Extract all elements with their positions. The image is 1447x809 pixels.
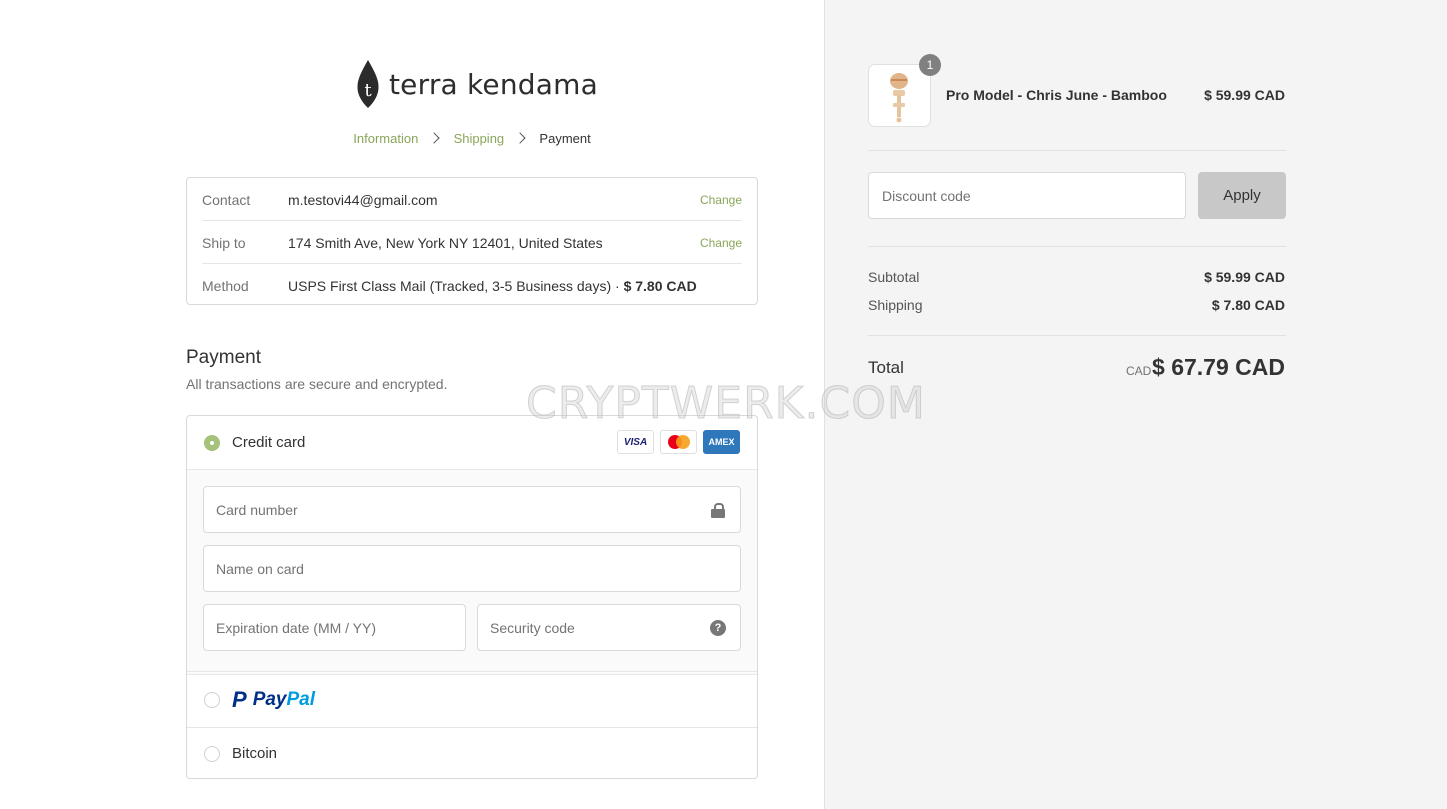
subtotal-value: $ 59.99 CAD	[1204, 269, 1285, 285]
credit-card-fields: ?	[187, 469, 757, 675]
review-block: Contact m.testovi44@gmail.com Change Shi…	[186, 177, 758, 305]
credit-card-label: Credit card	[232, 434, 306, 451]
lock-icon	[711, 503, 725, 518]
contact-label: Contact	[202, 191, 251, 208]
divider	[187, 671, 757, 672]
ship-to-value: 174 Smith Ave, New York NY 12401, United…	[288, 234, 603, 251]
breadcrumb: Information Shipping Payment	[0, 131, 944, 146]
change-contact-link[interactable]: Change	[700, 193, 742, 207]
contact-value: m.testovi44@gmail.com	[288, 191, 438, 208]
chevron-right-icon	[514, 132, 526, 144]
review-method-row: Method USPS First Class Mail (Tracked, 3…	[202, 263, 742, 307]
paypal-radio[interactable]	[204, 692, 220, 708]
review-contact-row: Contact m.testovi44@gmail.com Change	[202, 178, 742, 221]
bitcoin-radio[interactable]	[204, 745, 220, 762]
name-on-card-field[interactable]	[203, 545, 741, 592]
subtotal-label: Subtotal	[868, 269, 920, 285]
expiration-field[interactable]	[203, 604, 466, 651]
method-label: Method	[202, 277, 249, 294]
payment-subtitle: All transactions are secure and encrypte…	[186, 376, 448, 392]
amex-icon: AMEX	[703, 430, 740, 454]
expiration-input[interactable]	[216, 619, 453, 636]
visa-icon: VISA	[617, 430, 654, 454]
shipping-label: Shipping	[868, 297, 923, 313]
card-number-field[interactable]	[203, 486, 741, 533]
method-description: USPS First Class Mail (Tracked, 3-5 Busi…	[288, 277, 624, 294]
breadcrumb-shipping[interactable]: Shipping	[454, 131, 505, 146]
mastercard-icon	[660, 430, 697, 454]
total-value: $ 67.79 CAD	[1152, 354, 1285, 380]
bitcoin-option[interactable]: Bitcoin	[187, 727, 757, 778]
payment-methods: Credit card VISA AMEX ? P PayPal	[186, 415, 758, 779]
shipping-value: $ 7.80 CAD	[1211, 297, 1285, 313]
credit-card-radio[interactable]	[204, 434, 220, 451]
chevron-right-icon	[428, 132, 440, 144]
summary-divider	[868, 335, 1286, 336]
total-label: Total	[868, 358, 904, 377]
store-name: terra kendama	[389, 67, 598, 101]
ship-to-label: Ship to	[202, 234, 246, 251]
name-on-card-input[interactable]	[216, 560, 636, 577]
method-value: USPS First Class Mail (Tracked, 3-5 Busi…	[288, 278, 742, 294]
bitcoin-label: Bitcoin	[232, 745, 278, 762]
card-number-input[interactable]	[216, 501, 636, 518]
quantity-badge: 1	[919, 54, 941, 76]
kendama-image	[890, 73, 908, 123]
security-code-input[interactable]	[490, 619, 690, 636]
method-price: $ 7.80 CAD	[623, 277, 697, 294]
change-shipping-link[interactable]: Change	[700, 236, 742, 250]
product-thumbnail	[868, 64, 931, 127]
paypal-logo: P Pay Pal	[232, 687, 316, 712]
breadcrumb-payment: Payment	[539, 131, 591, 146]
product-price: $ 59.99 CAD	[1204, 87, 1285, 103]
watermark: CRYPTWERK.COM	[526, 378, 926, 430]
product-name: Pro Model - Chris June - Bamboo	[946, 87, 1167, 103]
svg-text:t: t	[364, 80, 372, 101]
leaf-logo-icon: t	[357, 60, 379, 108]
store-logo[interactable]: t terra kendama	[356, 58, 598, 110]
breadcrumb-information[interactable]: Information	[353, 131, 418, 146]
security-code-field[interactable]: ?	[477, 604, 741, 651]
question-mark-icon[interactable]: ?	[710, 620, 726, 636]
discount-input[interactable]	[880, 186, 1185, 205]
card-brands: VISA AMEX	[617, 430, 740, 454]
payment-title: Payment	[186, 347, 261, 368]
paypal-option[interactable]: P Pay Pal	[187, 673, 757, 727]
discount-field[interactable]	[868, 172, 1186, 219]
summary-divider	[868, 246, 1286, 247]
paypal-p-icon: P	[232, 687, 247, 712]
total-currency: CAD	[1126, 364, 1152, 378]
apply-button[interactable]: Apply	[1198, 172, 1286, 219]
summary-divider	[868, 150, 1286, 151]
review-ship-row: Ship to 174 Smith Ave, New York NY 12401…	[202, 220, 742, 264]
